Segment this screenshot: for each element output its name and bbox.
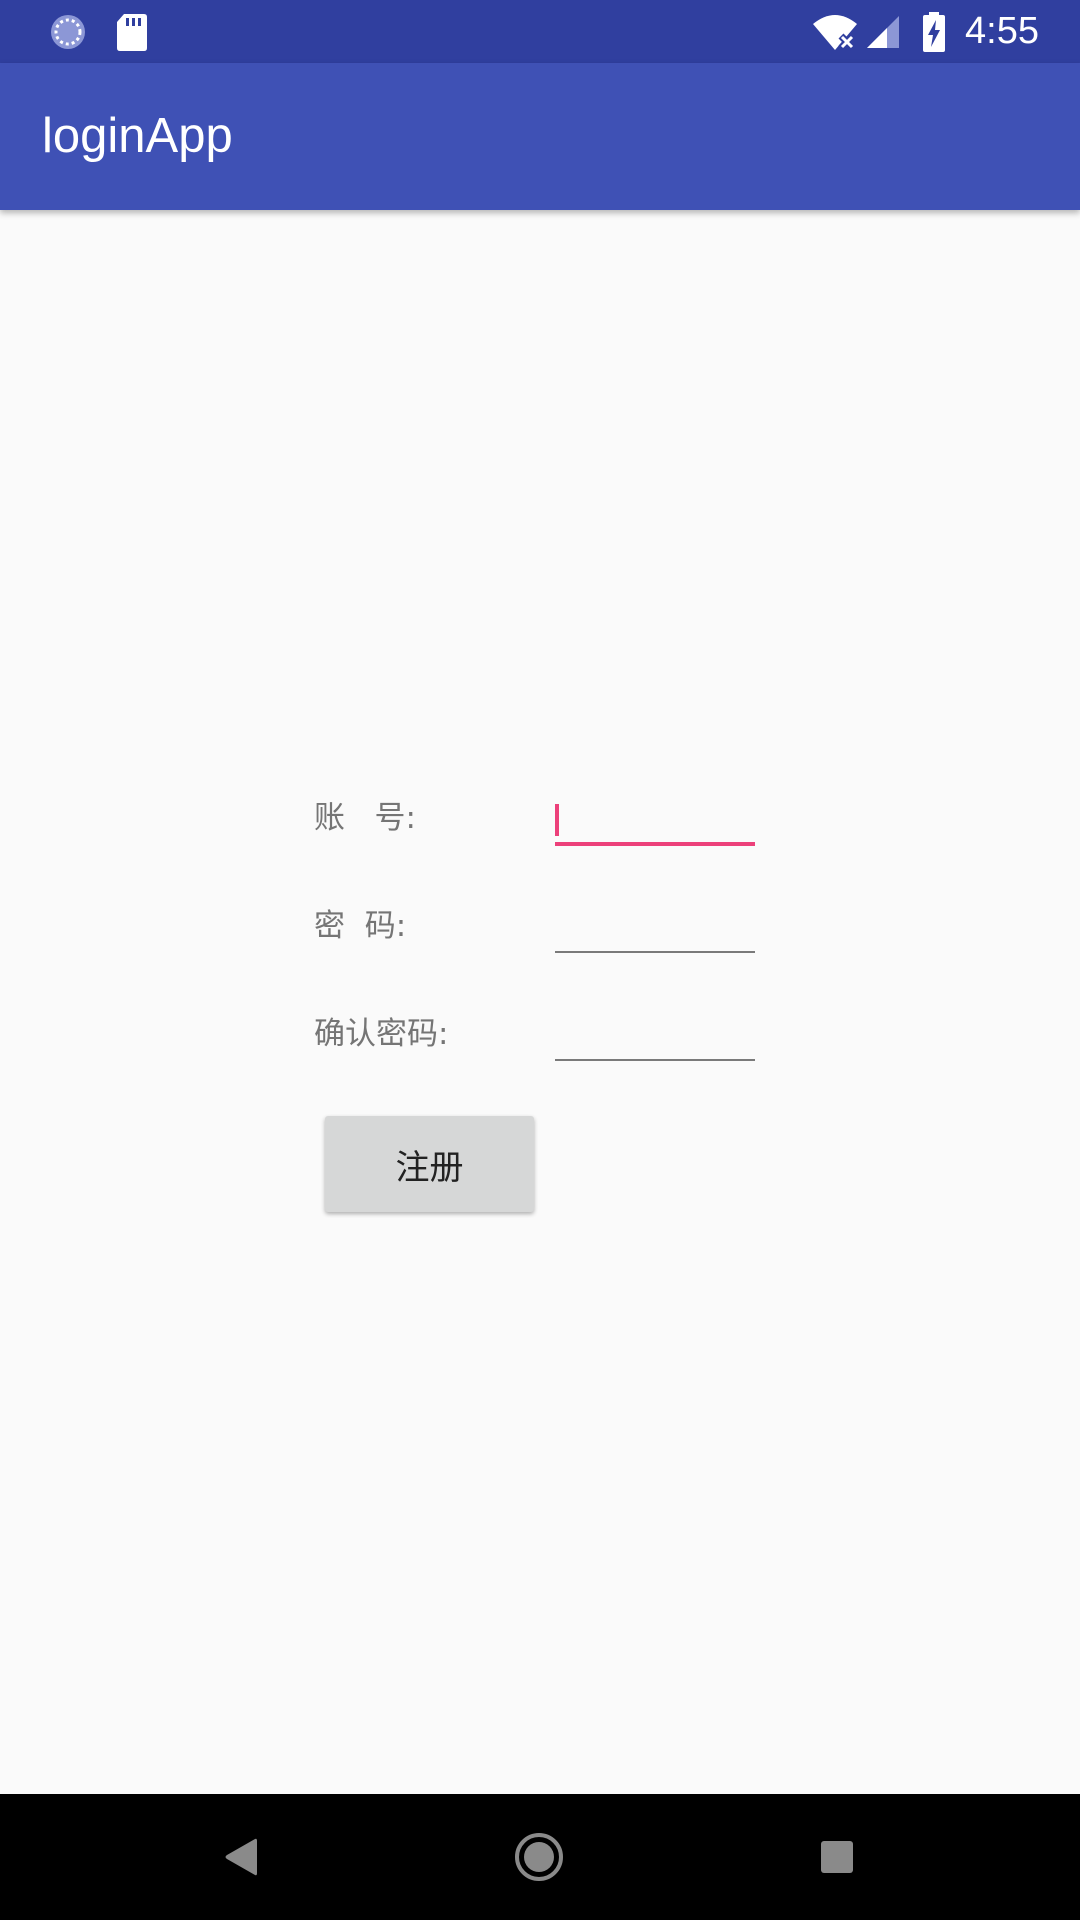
back-icon[interactable]	[191, 1794, 291, 1920]
sync-icon	[46, 0, 90, 63]
wifi-off-icon	[810, 0, 860, 63]
home-icon[interactable]	[489, 1794, 589, 1920]
text-cursor	[555, 804, 559, 836]
recents-icon[interactable]	[787, 1794, 887, 1920]
status-time: 4:55	[965, 10, 1039, 52]
password-label: 密 码:	[314, 908, 407, 944]
sd-card-icon	[114, 0, 150, 63]
register-button[interactable]: 注册	[325, 1116, 534, 1212]
status-bar: 4:55	[0, 0, 1080, 63]
account-input[interactable]	[555, 796, 755, 846]
battery-charging-icon	[918, 0, 950, 63]
confirm-password-input[interactable]	[555, 1011, 755, 1061]
navigation-bar	[0, 1794, 1080, 1920]
confirm-password-label: 确认密码:	[314, 1016, 449, 1052]
account-label: 账 号:	[314, 800, 417, 836]
password-input[interactable]	[555, 903, 755, 953]
app-title: loginApp	[42, 109, 233, 163]
app-bar: loginApp	[0, 63, 1080, 210]
signal-icon	[864, 0, 902, 63]
